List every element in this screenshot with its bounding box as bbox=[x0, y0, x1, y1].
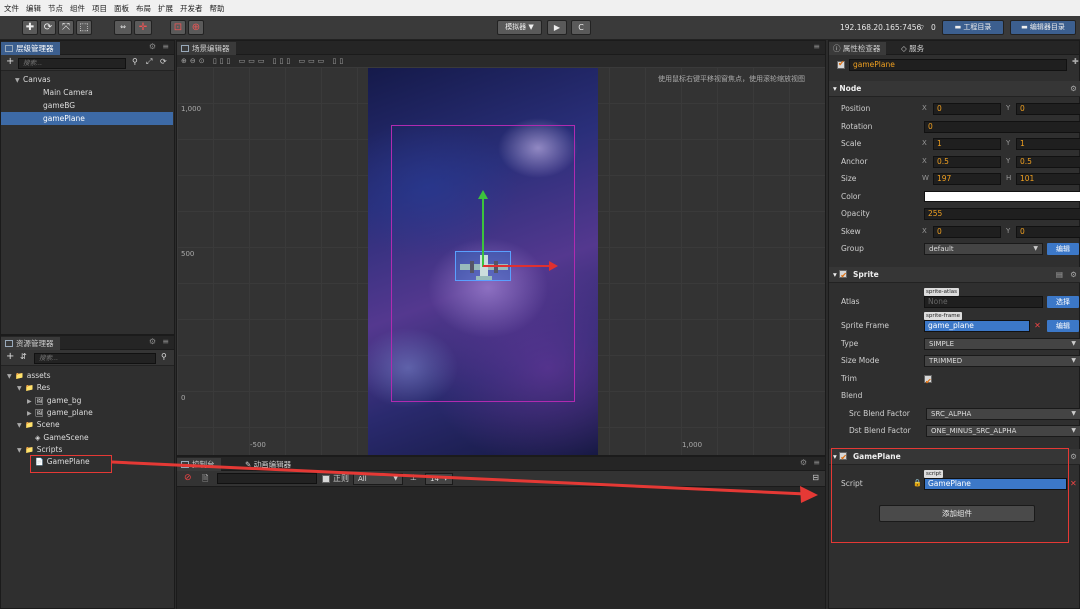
annotation-arrow bbox=[111, 460, 818, 503]
